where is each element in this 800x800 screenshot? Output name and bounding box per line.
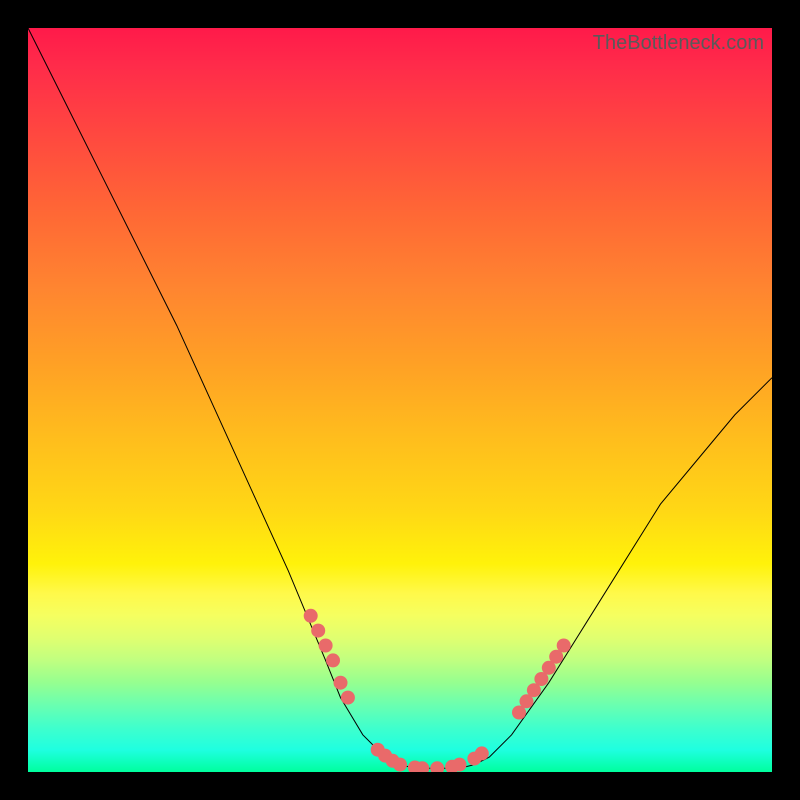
watermark-text: TheBottleneck.com	[593, 32, 764, 55]
data-marker	[453, 758, 467, 772]
data-marker	[334, 676, 348, 690]
data-marker	[319, 639, 333, 653]
data-marker	[304, 609, 318, 623]
data-markers	[304, 609, 571, 772]
chart-svg	[28, 28, 772, 772]
data-marker	[341, 691, 355, 705]
data-marker	[557, 639, 571, 653]
data-marker	[475, 746, 489, 760]
data-marker	[393, 758, 407, 772]
chart-plot-area	[28, 28, 772, 772]
data-marker	[311, 624, 325, 638]
bottleneck-curve	[28, 28, 772, 768]
data-marker	[326, 653, 340, 667]
data-marker	[430, 761, 444, 772]
